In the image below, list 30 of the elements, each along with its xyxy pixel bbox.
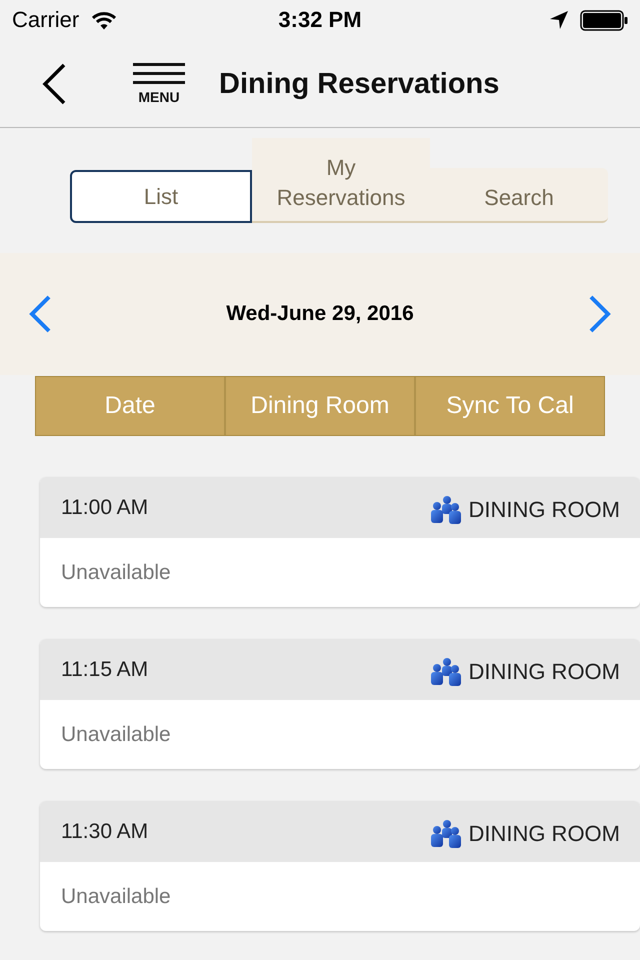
segment-tab[interactable]: My Reservations: [252, 138, 430, 223]
segment-tab[interactable]: List: [70, 170, 252, 223]
status-label: Unavailable: [61, 884, 171, 910]
time-label: 11:30 AM: [61, 818, 148, 845]
chevron-left-icon[interactable]: [27, 294, 53, 334]
reservation-card[interactable]: 11:00 AM DINING ROOM Unavailable: [40, 477, 640, 607]
menu-icon: [133, 62, 185, 84]
carrier-label: Carrier: [12, 7, 80, 33]
time-label: 11:15 AM: [61, 656, 148, 683]
wifi-icon: [91, 10, 118, 30]
people-icon: [430, 820, 462, 848]
reservation-card[interactable]: 11:30 AM DINING ROOM Unavailable: [40, 801, 640, 931]
clock-time: 3:32 PM: [278, 7, 362, 33]
status-label: Unavailable: [61, 560, 171, 586]
room-label: DINING ROOM: [468, 496, 620, 524]
page-title: Dining Reservations: [219, 66, 500, 100]
room-label: DINING ROOM: [468, 658, 620, 686]
battery-icon: [580, 10, 628, 30]
location-arrow-icon: [550, 11, 568, 29]
menu-button[interactable]: MENU: [133, 62, 185, 104]
chevron-right-icon[interactable]: [586, 294, 613, 334]
segment-tab[interactable]: Search: [430, 168, 608, 223]
back-icon[interactable]: [41, 62, 67, 104]
people-icon: [430, 496, 462, 524]
people-icon: [430, 658, 462, 686]
room-label: DINING ROOM: [468, 820, 620, 848]
time-label: 11:00 AM: [61, 494, 148, 521]
date-label: Wed-June 29, 2016: [226, 301, 414, 328]
status-label: Unavailable: [61, 722, 171, 748]
reservation-card[interactable]: 11:15 AM DINING ROOM Unavailable: [40, 639, 640, 769]
